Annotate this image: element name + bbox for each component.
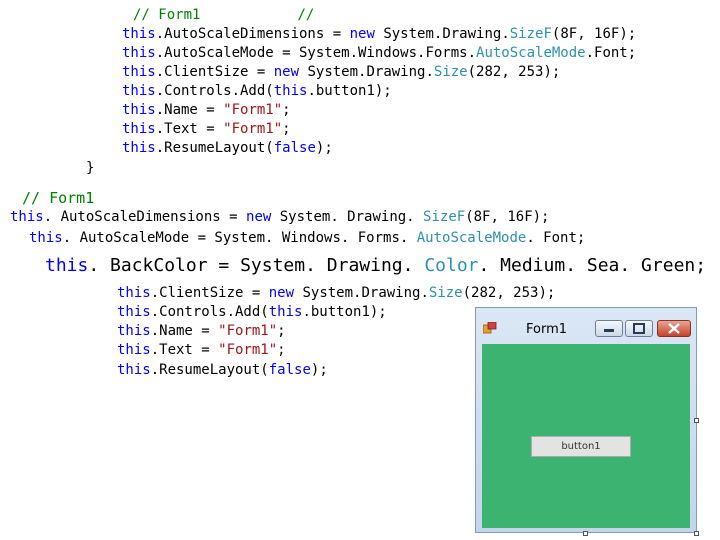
window-titlebar[interactable]: Form1 bbox=[476, 308, 696, 338]
form-client-area: button1 bbox=[482, 344, 690, 528]
code-line-name: this.Name = "Form1"; bbox=[122, 102, 291, 118]
code-line-autoscale-mode-2: this. AutoScaleMode = System. Windows. F… bbox=[29, 230, 586, 246]
minimize-button[interactable] bbox=[595, 320, 623, 337]
code-line-controls-add-2: this.Controls.Add(this.button1); bbox=[117, 304, 387, 320]
resize-handle-bottom[interactable] bbox=[583, 531, 588, 536]
resize-handle-corner[interactable] bbox=[694, 531, 699, 536]
code-line-autoscale-dimensions: this.AutoScaleDimensions = new System.Dr… bbox=[122, 26, 637, 42]
code-line-resume-layout-2: this.ResumeLayout(false); bbox=[117, 362, 328, 378]
form1-window[interactable]: Form1 button1 bbox=[475, 307, 697, 533]
maximize-icon bbox=[633, 323, 645, 334]
code-line-controls-add: this.Controls.Add(this.button1); bbox=[122, 83, 392, 99]
code-line-name-2: this.Name = "Form1"; bbox=[117, 323, 286, 339]
maximize-button[interactable] bbox=[625, 320, 653, 337]
app-icon bbox=[483, 322, 497, 334]
code-line-backcolor: this. BackColor = System. Drawing. Color… bbox=[45, 255, 707, 276]
code-line-autoscale-mode: this.AutoScaleMode = System.Windows.Form… bbox=[122, 45, 637, 61]
close-button[interactable] bbox=[657, 320, 691, 337]
code-line-client-size-2: this.ClientSize = new System.Drawing.Siz… bbox=[117, 285, 556, 301]
code-line-resume-layout: this.ResumeLayout(false); bbox=[122, 140, 333, 156]
code-line-client-size: this.ClientSize = new System.Drawing.Siz… bbox=[122, 64, 561, 80]
minimize-icon bbox=[604, 329, 614, 332]
code-line-text: this.Text = "Form1"; bbox=[122, 121, 291, 137]
code-line-text-2: this.Text = "Form1"; bbox=[117, 342, 286, 358]
resize-handle-right[interactable] bbox=[694, 418, 699, 423]
code-comment-form1: // Form1 bbox=[22, 189, 95, 207]
button1[interactable]: button1 bbox=[531, 436, 631, 457]
window-title: Form1 bbox=[526, 322, 568, 337]
code-line-autoscale-dimensions-2: this. AutoScaleDimensions = new System. … bbox=[10, 209, 550, 225]
code-line-comment: // Form1// bbox=[133, 7, 315, 23]
close-icon bbox=[668, 323, 680, 334]
code-closing-brace: } bbox=[86, 160, 95, 176]
